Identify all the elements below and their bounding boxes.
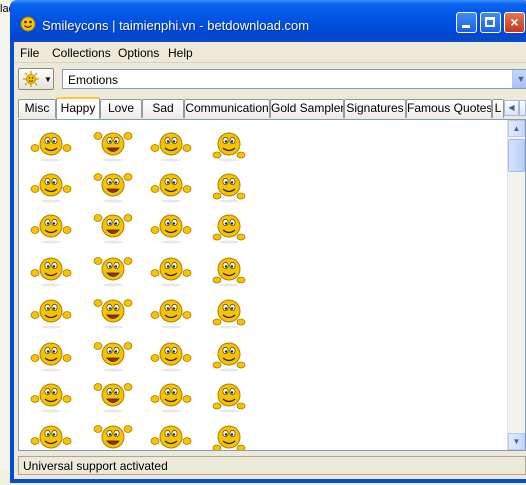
smiley-emoticon-icon[interactable] [29, 293, 73, 329]
smiley-emoticon-icon[interactable] [149, 419, 193, 451]
dropdown-arrow-icon: ▼ [44, 75, 52, 84]
close-icon: × [510, 14, 519, 30]
menu-bar: File Collections Options Help [14, 42, 526, 63]
tab-sad[interactable]: Sad [142, 99, 184, 118]
smiley-emoticon-icon[interactable] [149, 251, 193, 287]
smiley-emoticon-icon[interactable] [149, 293, 193, 329]
scroll-thumb[interactable] [508, 139, 525, 172]
smiley-emoticon-icon[interactable] [29, 336, 73, 372]
smiley-emoticon-icon[interactable] [29, 208, 73, 244]
smiley-emoticon-icon[interactable] [149, 126, 193, 162]
tab-happy[interactable]: Happy [56, 97, 100, 119]
category-tabs: Misc Happy Love Sad Communication Gold S… [14, 97, 526, 119]
tab-scroll-left-icon[interactable]: ◀ [504, 100, 519, 116]
smiley-emoticon-icon[interactable] [207, 208, 251, 244]
smiley-emoticon-icon[interactable] [207, 377, 251, 413]
smiley-emoticon-icon[interactable] [29, 126, 73, 162]
smiley-emoticon-icon[interactable] [29, 251, 73, 287]
smiley-emoticon-icon[interactable] [91, 251, 135, 287]
menu-collections[interactable]: Collections [52, 46, 111, 60]
smiley-emoticon-icon[interactable] [207, 167, 251, 203]
menu-file[interactable]: File [20, 46, 39, 60]
window-title: Smileycons | taimienphi.vn - betdownload… [42, 18, 310, 33]
tab-scroll-right-icon[interactable] [519, 100, 526, 116]
collection-select-value: Emotions [68, 73, 119, 87]
smiley-emoticon-icon[interactable] [207, 293, 251, 329]
smiley-panel: ▲ ▼ [18, 119, 526, 451]
smiley-grid [19, 120, 509, 450]
tab-misc[interactable]: Misc [18, 99, 56, 118]
status-text: Universal support activated [23, 459, 168, 473]
client-area: File Collections Options Help ▼ Emotions [14, 42, 526, 479]
smiley-emoticon-icon[interactable] [91, 377, 135, 413]
smiley-emoticon-icon[interactable] [149, 208, 193, 244]
minimize-button[interactable] [456, 12, 477, 33]
chevron-down-icon[interactable]: ▼ [512, 70, 526, 88]
menu-help[interactable]: Help [168, 46, 193, 60]
smiley-emoticon-icon[interactable] [91, 126, 135, 162]
smiley-emoticon-icon[interactable] [91, 167, 135, 203]
scroll-down-icon[interactable]: ▼ [508, 433, 525, 450]
tab-communication[interactable]: Communication [184, 99, 270, 118]
smiley-emoticon-icon[interactable] [29, 377, 73, 413]
smiley-emoticon-icon[interactable] [149, 336, 193, 372]
tab-signatures[interactable]: Signatures [344, 99, 406, 118]
smiley-emoticon-icon[interactable] [29, 419, 73, 451]
smiley-emoticon-icon[interactable] [149, 377, 193, 413]
tab-love[interactable]: Love [100, 99, 142, 118]
menu-options[interactable]: Options [118, 46, 159, 60]
tab-partial[interactable]: L [492, 99, 504, 118]
maximize-icon [485, 17, 495, 27]
collection-select[interactable]: Emotions ▼ [62, 69, 526, 89]
vertical-scrollbar[interactable]: ▲ ▼ [507, 120, 525, 450]
smiley-emoticon-icon[interactable] [91, 336, 135, 372]
smiley-emoticon-icon[interactable] [207, 251, 251, 287]
collection-picker-button[interactable]: ▼ [18, 68, 54, 90]
smiley-emoticon-icon[interactable] [149, 167, 193, 203]
smiley-emoticon-icon[interactable] [207, 126, 251, 162]
title-bar[interactable]: Smileycons | taimienphi.vn - betdownload… [10, 0, 526, 42]
scroll-up-icon[interactable]: ▲ [508, 120, 525, 137]
app-window: Smileycons | taimienphi.vn - betdownload… [10, 0, 526, 483]
smiley-emoticon-icon[interactable] [91, 208, 135, 244]
sun-icon [23, 71, 39, 87]
tab-gold-sampler[interactable]: Gold Sampler [270, 99, 344, 118]
smiley-emoticon-icon[interactable] [91, 293, 135, 329]
smiley-app-icon [20, 16, 36, 32]
smiley-emoticon-icon[interactable] [91, 419, 135, 451]
maximize-button[interactable] [480, 12, 501, 33]
close-button[interactable]: × [504, 12, 525, 33]
tab-famous-quotes[interactable]: Famous Quotes [406, 99, 492, 118]
smiley-emoticon-icon[interactable] [207, 336, 251, 372]
smiley-emoticon-icon[interactable] [207, 419, 251, 451]
status-bar: Universal support activated [18, 456, 526, 475]
minimize-icon [462, 25, 470, 28]
smiley-emoticon-icon[interactable] [29, 167, 73, 203]
